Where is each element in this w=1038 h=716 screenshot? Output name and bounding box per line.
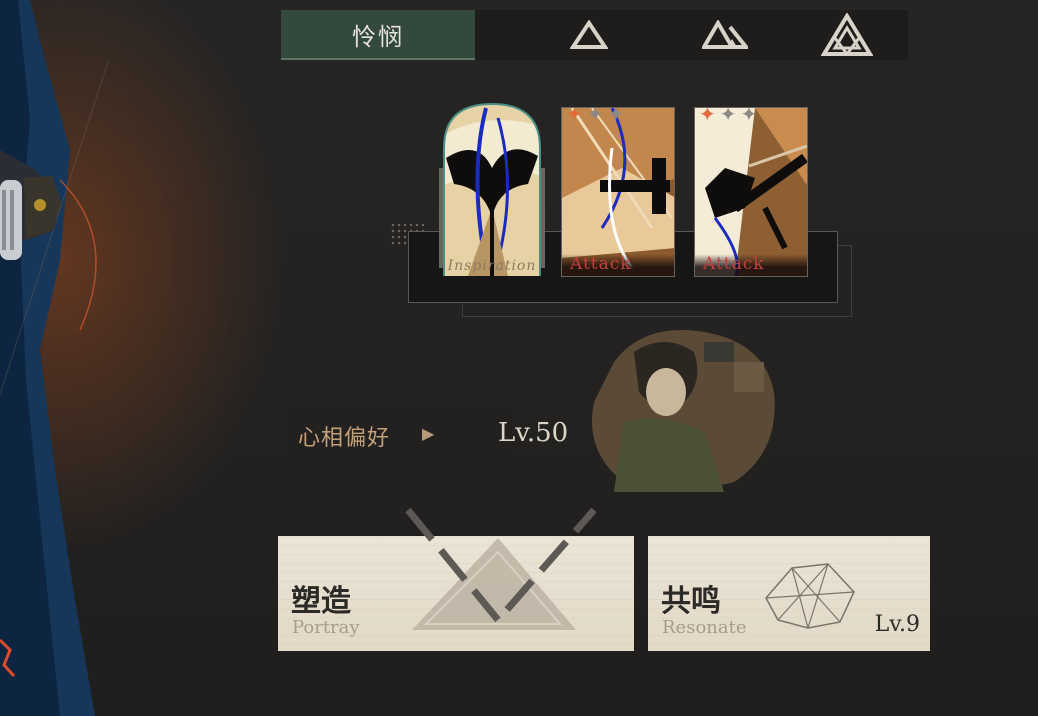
tab-bar: 怜悯: [281, 10, 908, 60]
preference-character-portrait[interactable]: [584, 322, 780, 498]
attack-card-2-stars: ✦ ✦ ✦: [699, 107, 758, 126]
play-arrow-icon[interactable]: ▶: [422, 424, 434, 443]
double-triangle-icon: [702, 20, 748, 49]
preference-label[interactable]: 心相偏好: [298, 420, 390, 452]
attack-card-2-art: [695, 108, 807, 276]
star-icon: ✦: [607, 107, 625, 126]
triple-triangle-icon: [821, 13, 873, 56]
preference-level: Lv.50: [498, 418, 569, 448]
portray-subtitle: Portray: [292, 617, 360, 638]
resonate-subtitle: Resonate: [662, 617, 747, 638]
tab-insight-3[interactable]: [815, 10, 879, 60]
resonate-button[interactable]: 共鸣 Resonate Lv.9: [648, 536, 930, 651]
tab-pity-label: 怜悯: [352, 22, 404, 51]
portray-triangle-icon: [405, 507, 597, 630]
ultimate-card-label: Inspiration: [447, 258, 537, 274]
attack-card-1-label: Attack: [562, 254, 674, 276]
star-icon: ✦: [740, 107, 758, 126]
star-icon: ✦: [719, 107, 737, 126]
star-icon: ✦: [566, 107, 583, 126]
portray-title: 塑造: [291, 584, 351, 619]
tab-insight-1[interactable]: [559, 10, 619, 60]
attack-card-2[interactable]: ✦ ✦ ✦ Attack: [694, 107, 808, 277]
resonate-web-icon: [765, 563, 855, 629]
attack-card-2-label: Attack: [695, 254, 807, 276]
tab-insight-2[interactable]: [695, 10, 755, 60]
tab-pity[interactable]: 怜悯: [281, 10, 475, 60]
resonate-level: Lv.9: [874, 612, 920, 637]
ultimate-card-art: [439, 102, 545, 276]
attack-card-1[interactable]: ✦ ✦ ✦ Attack: [561, 107, 675, 277]
attack-card-1-stars: ✦ ✦ ✦: [566, 107, 625, 126]
triangle-icon: [570, 20, 608, 49]
ultimate-card[interactable]: Inspiration: [438, 98, 546, 276]
star-icon: ✦: [699, 107, 716, 126]
star-icon: ✦: [586, 107, 604, 126]
resonate-title: 共鸣: [661, 584, 721, 619]
attack-card-1-art: [562, 108, 674, 276]
